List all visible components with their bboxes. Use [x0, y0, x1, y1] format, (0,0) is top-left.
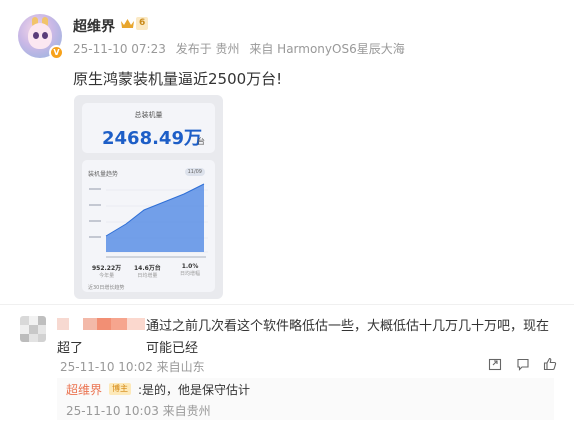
share-icon[interactable]	[488, 357, 502, 371]
reply-username[interactable]: 超维界	[66, 381, 102, 398]
post-time[interactable]: 25-11-10 07:23	[73, 42, 166, 56]
level-badge: 6	[136, 17, 149, 30]
avatar-eye-right	[42, 32, 48, 39]
comment-meta: 25-11-10 10:02 来自山东	[60, 360, 205, 374]
post-username[interactable]: 超维界	[73, 16, 115, 36]
trend-footer: 近30日增长趋势	[88, 285, 125, 291]
commenter-avatar[interactable]	[20, 316, 46, 342]
total-installs-label: 总装机量	[134, 111, 163, 119]
verified-icon: V	[49, 45, 64, 60]
trend-chart	[89, 183, 208, 258]
stat-year-label: 今年量	[99, 273, 115, 279]
commenter-name-mosaic[interactable]	[57, 318, 145, 330]
author-badge: 博主	[109, 383, 131, 395]
stat-daily-increase-label: 日均增量	[137, 273, 158, 279]
comment-icon[interactable]	[516, 357, 530, 371]
comment-text-line-2: 超了	[57, 341, 84, 356]
post-header: V 超维界 6 25-11-10 07:23 发布于 贵州 来自 Harmony…	[18, 14, 558, 64]
stat-daily-rate-value: 1.0%	[181, 263, 199, 270]
trend-card: 装机量趋势 11/09 952.22万 今年量 14.6万台 日均增量 1.0%	[82, 160, 215, 292]
like-icon[interactable]	[543, 357, 557, 371]
trend-title: 装机量趋势	[88, 171, 119, 178]
crown-icon	[121, 19, 134, 28]
divider	[0, 304, 574, 305]
post-location: 发布于 贵州	[175, 42, 240, 56]
total-installs-unit: 台	[197, 137, 205, 146]
stat-year: 952.22万 今年量	[92, 263, 121, 279]
stat-year-value: 952.22万	[92, 265, 122, 272]
total-installs-value: 2468.49万	[102, 128, 202, 149]
trend-date-pill: 11/09	[184, 168, 205, 176]
stat-daily-increase: 14.6万台 日均增量	[134, 263, 161, 279]
post-source[interactable]: 来自 HarmonyOS6星辰大海	[249, 42, 404, 56]
post-text: 原生鸿蒙装机量逼近2500万台!	[73, 70, 283, 88]
post-image[interactable]: 总装机量 2468.49万 台 装机量趋势 11/09 952.22万 今年量 …	[74, 95, 223, 299]
stat-daily-increase-value: 14.6万台	[134, 265, 161, 272]
total-installs-card: 总装机量 2468.49万 台	[82, 103, 215, 153]
reply-text: :是的，他是保守估计	[138, 383, 251, 397]
comment-text-line-1: 通过之前几次看这个软件略低估一些，大概低估十几万几十万吧，现在可能已经	[146, 319, 550, 356]
post-meta: 25-11-10 07:23 发布于 贵州 来自 HarmonyOS6星辰大海	[73, 40, 411, 57]
stat-daily-rate-label: 日均增幅	[180, 271, 201, 277]
reply-block: 超维界 博主 :是的，他是保守估计 25-11-10 10:03 来自贵州	[57, 378, 554, 420]
avatar-face	[28, 23, 52, 49]
reply-meta: 25-11-10 10:03 来自贵州	[66, 404, 211, 418]
stat-daily-rate: 1.0% 日均增幅	[180, 263, 200, 277]
avatar-eye-left	[33, 32, 39, 39]
